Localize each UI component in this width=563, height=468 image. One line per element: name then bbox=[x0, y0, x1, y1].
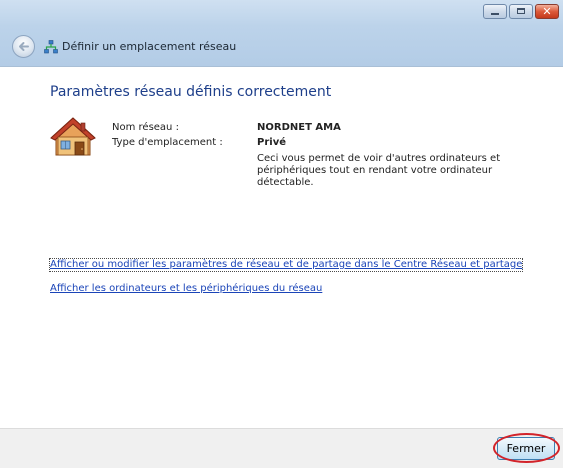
minimize-icon bbox=[491, 13, 499, 15]
close-icon: ✕ bbox=[542, 5, 552, 18]
window-controls: ✕ bbox=[483, 4, 559, 19]
minimize-button[interactable] bbox=[483, 4, 507, 19]
location-type-value: Privé bbox=[257, 137, 286, 148]
page-heading: Paramètres réseau définis correctement bbox=[50, 84, 332, 100]
close-button[interactable]: Fermer bbox=[497, 437, 555, 460]
network-center-link[interactable]: Afficher ou modifier les paramètres de r… bbox=[48, 258, 524, 272]
back-arrow-icon bbox=[19, 42, 29, 51]
back-button[interactable] bbox=[12, 35, 35, 58]
window-title: Définir un emplacement réseau bbox=[62, 40, 237, 53]
location-type-label: Type d'emplacement : bbox=[112, 137, 223, 148]
house-icon bbox=[50, 117, 96, 156]
network-name-label: Nom réseau : bbox=[112, 122, 179, 133]
content-area: Paramètres réseau définis correctement N… bbox=[0, 67, 563, 427]
maximize-icon bbox=[517, 8, 525, 14]
network-icon bbox=[44, 40, 58, 54]
view-computers-link[interactable]: Afficher les ordinateurs et les périphér… bbox=[50, 283, 322, 295]
dialog-window: ✕ Définir un emplacement réseau Paramètr… bbox=[0, 0, 563, 468]
footer-bar: Fermer bbox=[0, 428, 563, 468]
title-bar: ✕ Définir un emplacement réseau bbox=[0, 0, 563, 67]
location-description: Ceci vous permet de voir d'autres ordina… bbox=[257, 153, 501, 188]
close-window-button[interactable]: ✕ bbox=[535, 4, 559, 19]
network-name-value: NORDNET AMA bbox=[257, 122, 341, 133]
maximize-button[interactable] bbox=[509, 4, 533, 19]
